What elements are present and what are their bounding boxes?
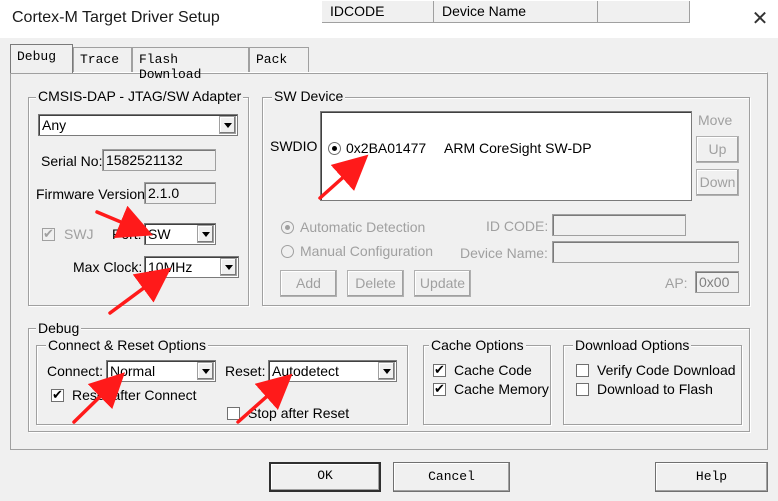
ap-label: AP: [665,275,688,291]
ok-button[interactable]: OK [269,462,381,492]
adapter-select[interactable]: Any [38,114,238,136]
swj-label: SWJ [64,226,94,242]
move-up-button[interactable]: Up [696,136,739,163]
adapter-select-value: Any [42,117,67,133]
row-idcode: 0x2BA01477 [346,140,427,156]
connect-reset-legend: Connect & Reset Options [46,337,208,353]
tab-trace[interactable]: Trace [73,47,132,72]
id-code-label: ID CODE: [486,218,549,234]
port-label: Port: [112,226,142,242]
firmware-field: 2.1.0 [144,182,216,204]
column-header-idcode[interactable]: IDCODE [322,1,434,23]
add-button[interactable]: Add [280,270,337,297]
cache-code-checkbox[interactable]: ✔ [433,362,446,377]
id-code-field[interactable] [552,214,686,236]
reset-label: Reset: [225,363,266,379]
manual-config-radio[interactable] [281,245,294,258]
column-header-empty [598,1,690,23]
chevron-down-icon[interactable] [220,258,237,276]
serial-field: 1582521132 [102,149,216,171]
debug-legend: Debug [36,320,82,336]
max-clock-select[interactable]: 10MHz [144,256,239,278]
firmware-label: Firmware Version: [36,186,149,202]
stop-after-reset-label: Stop after Reset [248,405,350,421]
tab-pack[interactable]: Pack [249,47,309,72]
cancel-button[interactable]: Cancel [393,462,510,492]
reset-after-connect-checkbox[interactable]: ✔ [51,387,64,402]
max-clock-select-value: 10MHz [148,259,193,275]
cache-memory-checkbox[interactable]: ✔ [433,381,446,396]
window-title: Cortex-M Target Driver Setup [12,9,220,26]
download-to-flash-checkbox[interactable] [576,383,589,396]
reset-select-value: Autodetect [272,363,339,379]
tab-debug[interactable]: Debug [10,44,73,73]
connect-select-value: Normal [110,363,156,379]
max-clock-label: Max Clock: [73,259,143,275]
update-button[interactable]: Update [414,270,471,297]
selected-row-icon [328,142,341,155]
device-name-field[interactable] [552,241,739,263]
verify-code-download-checkbox[interactable] [576,364,589,377]
column-header-device-name[interactable]: Device Name [434,1,598,23]
sw-device-legend: SW Device [272,88,346,104]
delete-button[interactable]: Delete [347,270,404,297]
row-device-name: ARM CoreSight SW-DP [444,140,592,156]
cache-code-label: Cache Code [454,362,532,378]
cache-memory-label: Cache Memory [454,381,549,397]
manual-config-label: Manual Configuration [300,243,434,259]
device-name-label: Device Name: [460,245,548,261]
table-row[interactable]: 0x2BA01477 ARM CoreSight SW-DP [322,140,690,158]
move-label: Move [698,112,733,128]
close-icon[interactable]: ✕ [748,7,772,31]
chevron-down-icon[interactable] [197,225,214,243]
chevron-down-icon[interactable] [197,362,214,380]
move-down-button[interactable]: Down [696,169,739,196]
chevron-down-icon[interactable] [378,362,395,380]
swdio-label: SWDIO [270,138,318,154]
port-select-value: SW [148,226,171,242]
connect-select[interactable]: Normal [106,360,216,382]
ap-field[interactable]: 0x00 [695,271,739,293]
verify-code-download-label: Verify Code Download [597,362,736,378]
adapter-legend: CMSIS-DAP - JTAG/SW Adapter [36,88,244,104]
auto-detect-label: Automatic Detection [300,219,426,235]
connect-reset-group [36,345,408,425]
swj-checkbox[interactable]: ✔ [42,226,55,241]
connect-label: Connect: [47,363,104,379]
chevron-down-icon[interactable] [219,116,236,134]
reset-after-connect-label: Reset after Connect [72,387,197,403]
tab-flash-download[interactable]: Flash Download [132,47,249,82]
port-select[interactable]: SW [144,223,216,245]
serial-label: Serial No: [41,153,103,169]
reset-select[interactable]: Autodetect [268,360,397,382]
auto-detect-radio[interactable] [281,221,294,234]
download-to-flash-label: Download to Flash [597,381,713,397]
cache-options-legend: Cache Options [429,337,526,353]
download-options-legend: Download Options [573,337,692,353]
stop-after-reset-checkbox[interactable] [227,407,240,420]
help-button[interactable]: Help [655,462,768,492]
